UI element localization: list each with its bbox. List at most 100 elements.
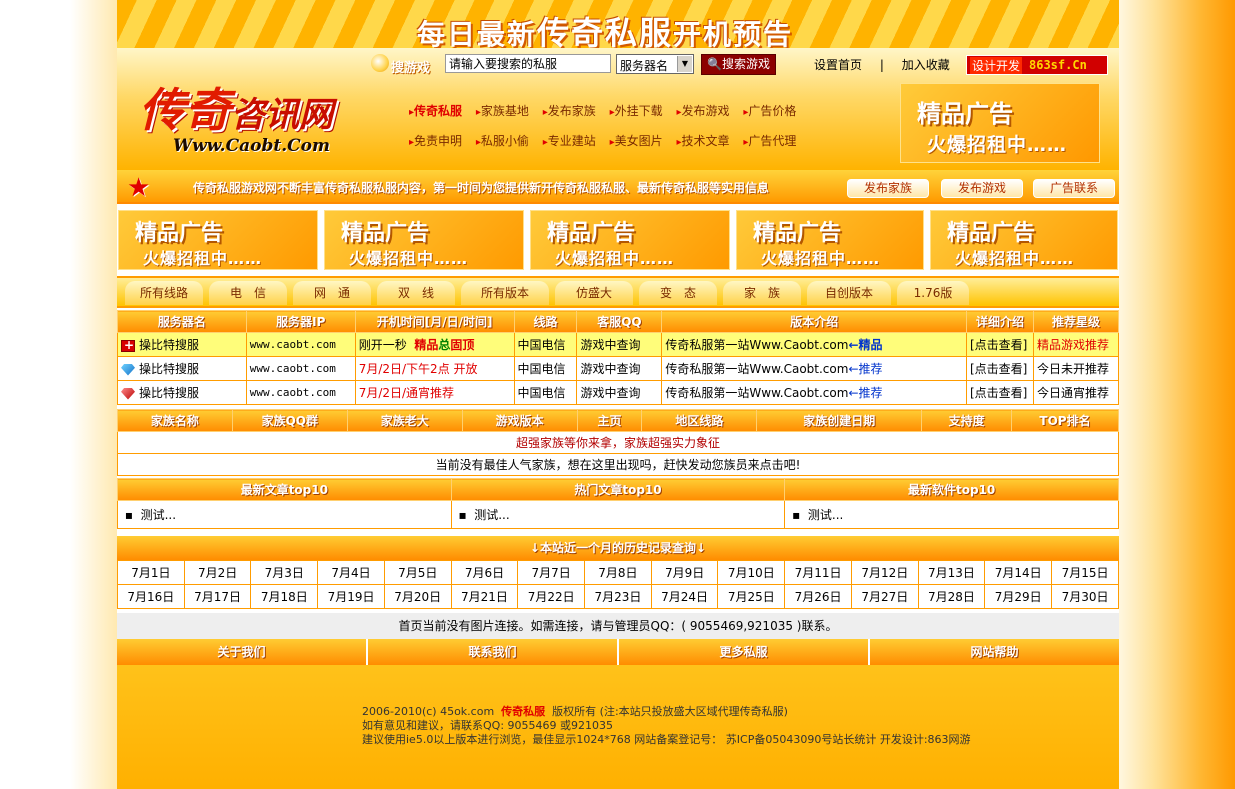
history-date-link[interactable]: 7月30日 [1051, 584, 1119, 609]
filter-tab[interactable]: 1.76版 [897, 281, 969, 305]
server-name-link[interactable]: 操比特搜服 [139, 338, 199, 352]
nav-link[interactable]: 技术文章 [677, 134, 730, 148]
history-date-link[interactable]: 7月27日 [850, 584, 919, 609]
nav-link[interactable]: 美女图片 [610, 134, 663, 148]
history-date-link[interactable]: 7月19日 [317, 584, 385, 609]
dev-badge[interactable]: 设计开发 863sf.Cn [966, 55, 1108, 75]
server-name-link[interactable]: 操比特搜服 [139, 386, 199, 400]
history-date-link[interactable]: 7月26日 [784, 584, 852, 609]
nav-link[interactable]: 广告代理 [743, 134, 796, 148]
history-date-link[interactable]: 7月10日 [717, 560, 786, 585]
history-date-link[interactable]: 7月18日 [250, 584, 319, 609]
ad-slot[interactable]: 精品广告 火爆招租中…… [930, 210, 1118, 270]
history-date-link[interactable]: 7月7日 [517, 560, 586, 585]
filter-tab[interactable]: 自创版本 [807, 281, 891, 305]
filter-tab[interactable]: 家 族 [723, 281, 801, 305]
footer: 2006-2010(c) 45ok.com 传奇私服 版权所有 (注:本站只投放… [117, 665, 1119, 789]
nav-link[interactable]: 专业建站 [543, 134, 596, 148]
nav-link[interactable]: 私服小偷 [476, 134, 529, 148]
history-date-link[interactable]: 7月29日 [984, 584, 1053, 609]
search-input[interactable] [445, 54, 611, 73]
history-date-link[interactable]: 7月23日 [584, 584, 652, 609]
family-table: 家族名称 家族QQ群 家族老大 游戏版本 主页 地区线路 家族创建日期 支持度 TOP排名 超强… [117, 409, 1119, 476]
hospital-cross-icon [121, 338, 135, 352]
about-us-link[interactable]: 关于我们 [117, 639, 368, 665]
history-date-link[interactable]: 7月14日 [984, 560, 1053, 585]
history-date-link[interactable]: 7月13日 [917, 560, 986, 585]
history-date-link[interactable]: 7月21日 [450, 584, 519, 609]
add-favorite-link[interactable]: 加入收藏 [902, 58, 950, 72]
filter-tab[interactable]: 电 信 [209, 281, 287, 305]
filter-tab[interactable]: 双 线 [377, 281, 455, 305]
history-date-link[interactable]: 7月9日 [650, 560, 719, 585]
table-row: 操比特搜服 www.caobt.com 刚开一秒 精品总固顶 中国电信 游戏中查… [117, 332, 1120, 357]
nav-link[interactable]: 外挂下载 [610, 104, 663, 118]
history-date-link[interactable]: 7月3日 [250, 560, 319, 585]
history-date-link[interactable]: 7月22日 [517, 584, 586, 609]
nav-link[interactable]: 广告价格 [743, 104, 796, 118]
history-date-link[interactable]: 7月8日 [584, 560, 652, 585]
history-date-link[interactable]: 7月16日 [117, 584, 185, 609]
search-button[interactable]: 🔍搜索游戏 [701, 54, 776, 75]
set-homepage-link[interactable]: 设置首页 [814, 58, 862, 72]
detail-link[interactable]: [点击查看] [966, 356, 1034, 381]
table-header: 服务器名 服务器IP 开机时间[月/日/时间] 线路 客服QQ 版本介绍 详细介绍 推荐星级 [117, 310, 1120, 333]
article-link[interactable]: 测试... [474, 508, 509, 522]
filter-tab[interactable]: 所有线路 [125, 281, 203, 305]
table-row: 7月1日 7月2日 7月3日 7月4日 7月5日 7月6日 7月7日 7月8日 7月9日 7月10… [117, 560, 1119, 585]
filter-tab[interactable]: 变 态 [639, 281, 717, 305]
article-link[interactable]: 测试... [141, 508, 176, 522]
history-date-link[interactable]: 7月24日 [650, 584, 719, 609]
ad-contact-button[interactable]: 广告联系 [1033, 179, 1115, 198]
search-type-select[interactable]: 服务器名 ▼ [616, 54, 694, 74]
top10-table: 最新文章top10 热门文章top10 最新软件top10 ▪ 测试... ▪ 测试… [117, 478, 1119, 529]
table-header: 家族名称 家族QQ群 家族老大 游戏版本 主页 地区线路 家族创建日期 支持度 TOP排名 [117, 409, 1119, 432]
history-section: ↓本站近一个月的历史记录查询↓ 7月1日 7月2日 7月3日 7月4日 7月5日 7月6日… [117, 536, 1119, 609]
history-date-link[interactable]: 7月20日 [383, 584, 452, 609]
publish-game-button[interactable]: 发布游戏 [941, 179, 1023, 198]
history-date-link[interactable]: 7月6日 [450, 560, 519, 585]
filter-tab[interactable]: 仿盛大 [555, 281, 633, 305]
header-ad[interactable]: 精品广告 火爆招租中…… [900, 83, 1100, 163]
footer-text: 2006-2010(c) 45ok.com 传奇私服 版权所有 (注:本站只投放… [362, 705, 971, 746]
nav-link[interactable]: 发布游戏 [677, 104, 730, 118]
publish-family-button[interactable]: 发布家族 [847, 179, 929, 198]
site-help-link[interactable]: 网站帮助 [870, 639, 1119, 665]
chevron-down-icon[interactable]: ▼ [677, 56, 692, 72]
search-label: 搜游戏 [391, 61, 431, 76]
filter-tab[interactable]: 所有版本 [461, 281, 549, 305]
ad-slot[interactable]: 精品广告 火爆招租中…… [118, 210, 318, 270]
nav-link[interactable]: 免责申明 [409, 134, 462, 148]
ad-slot[interactable]: 精品广告 火爆招租中…… [324, 210, 524, 270]
history-date-link[interactable]: 7月2日 [183, 560, 252, 585]
history-date-link[interactable]: 7月11日 [784, 560, 852, 585]
software-link[interactable]: 测试... [808, 508, 843, 522]
history-date-link[interactable]: 7月5日 [383, 560, 452, 585]
table-header: 最新文章top10 热门文章top10 最新软件top10 [117, 478, 1119, 501]
top-banner: 每日最新传奇私服开机预告 [117, 0, 1119, 52]
detail-link[interactable]: [点击查看] [966, 380, 1034, 405]
top-links: 设置首页 | 加入收藏 [814, 56, 964, 73]
search-icon [371, 54, 389, 72]
history-date-link[interactable]: 7月15日 [1051, 560, 1119, 585]
contact-us-link[interactable]: 联系我们 [368, 639, 619, 665]
nav-link[interactable]: 家族基地 [476, 104, 529, 118]
more-servers-link[interactable]: 更多私服 [619, 639, 870, 665]
ad-slot[interactable]: 精品广告 火爆招租中…… [736, 210, 924, 270]
history-date-link[interactable]: 7月17日 [183, 584, 252, 609]
history-date-link[interactable]: 7月28日 [917, 584, 986, 609]
history-date-link[interactable]: 7月4日 [317, 560, 385, 585]
history-date-link[interactable]: 7月12日 [850, 560, 919, 585]
separator: | [879, 58, 884, 72]
filter-tab[interactable]: 网 通 [293, 281, 371, 305]
nav-link[interactable]: 发布家族 [543, 104, 596, 118]
ad-slot[interactable]: 精品广告 火爆招租中…… [530, 210, 730, 270]
server-name-link[interactable]: 操比特搜服 [139, 362, 199, 376]
history-date-link[interactable]: 7月25日 [717, 584, 786, 609]
blue-diamond-icon [121, 363, 135, 376]
logo-url: Www.Caobt.Com [173, 136, 330, 156]
detail-link[interactable]: [点击查看] [966, 332, 1034, 357]
nav-link[interactable]: 传奇私服 [409, 104, 462, 118]
site-logo[interactable]: 传奇咨讯网 Www.Caobt.Com [139, 74, 369, 164]
history-date-link[interactable]: 7月1日 [117, 560, 185, 585]
